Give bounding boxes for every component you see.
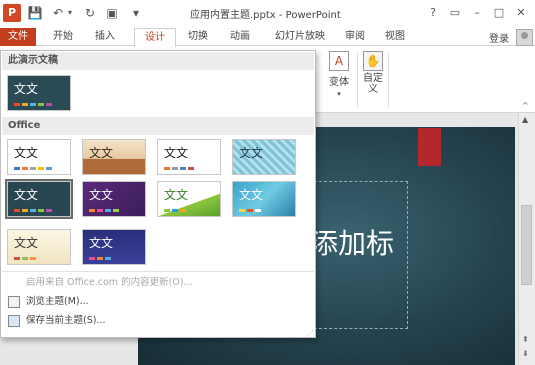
next-slide-icon[interactable]: ⇟ [522,349,529,358]
theme-ion-pattern[interactable]: 文文 [232,139,296,175]
menu-divider [2,271,314,272]
previous-slide-icon[interactable]: ⇞ [522,335,529,344]
tab-file[interactable]: 文件 [0,28,36,46]
tab-animations[interactable]: 动画 [222,28,258,46]
theme-organic[interactable]: 文文 [7,229,71,265]
save-icon[interactable]: 💾 [27,5,43,21]
scrollbar-thumb[interactable] [521,205,532,285]
collapse-ribbon-icon[interactable]: ^ [522,101,529,110]
tab-home[interactable]: 开始 [44,28,82,46]
customize-quick-access-icon[interactable]: ▾ [128,5,144,21]
slide-title-text[interactable]: 添加标 [310,222,394,262]
section-this-presentation: 此演示文稿 [2,52,314,70]
tab-design[interactable]: 设计 [134,28,176,49]
enable-office-content-updates: 启用来自 Office.com 的内容更新(O)... [26,277,193,288]
slideshow-icon[interactable]: ▣ [104,5,120,21]
variant-icon: A [329,51,349,71]
slide-size-icon: ✋ [363,51,383,71]
theme-office[interactable]: 文文 [7,139,71,175]
tab-transitions[interactable]: 切换 [180,28,216,46]
theme-retrospect[interactable]: 文文 [157,139,221,175]
save-theme-icon [8,315,20,327]
help-button[interactable]: ? [424,5,442,21]
browse-folder-icon [8,296,20,308]
variant-button[interactable]: A 变体 ▾ [324,51,354,99]
undo-icon[interactable]: ↶ [50,5,66,21]
powerpoint-logo-icon: P [3,4,21,22]
save-current-theme-item[interactable]: 保存当前主题(S)... [2,313,314,329]
theme-facet[interactable]: 文文 [157,181,221,217]
variant-label: 变体 [329,77,349,88]
slide-decoration [418,128,441,166]
chevron-down-icon: ▾ [337,90,341,98]
theme-ion-boardroom[interactable]: 文文 [82,181,146,217]
tab-review[interactable]: 审阅 [338,28,372,46]
ribbon-tab-bar: 文件 开始 插入 设计 切换 动画 幻灯片放映 审阅 视图 登录 [0,28,535,49]
restore-button[interactable]: □ [490,5,508,21]
ribbon-divider [357,53,358,107]
tab-insert[interactable]: 插入 [86,28,124,46]
section-office: Office [2,117,314,135]
theme-wood-type[interactable]: 文文 [82,139,146,175]
theme-gallery-dropdown: 此演示文稿 文文 Office 文文 文文 文文 文文 文文 文文 文文 文文 … [0,50,316,338]
browse-themes-item[interactable]: 浏览主题(M)... [2,294,314,310]
scroll-up-icon[interactable]: ▲ [522,115,528,124]
customize-button[interactable]: ✋ 自定义 [360,51,386,95]
redo-icon[interactable]: ↻ [82,5,98,21]
document-title: 应用内置主题.pptx - PowerPoint [190,10,341,21]
tab-slideshow[interactable]: 幻灯片放映 [264,28,336,46]
theme-integral[interactable]: 文文 [232,181,296,217]
ribbon-display-options-icon[interactable]: ▭ [446,5,464,21]
theme-current[interactable]: 文文 [7,75,71,111]
avatar[interactable] [516,29,533,46]
theme-dark-teal[interactable]: 文文 [5,179,73,219]
resize-grip-icon[interactable]: ⋰ [307,329,314,337]
login-link[interactable]: 登录 [489,30,509,45]
tab-view[interactable]: 视图 [378,28,412,46]
undo-dropdown-icon[interactable]: ▾ [66,5,74,21]
theme-slice[interactable]: 文文 [82,229,146,265]
title-bar: P 💾 ↶ ▾ ↻ ▣ ▾ 应用内置主题.pptx - PowerPoint ?… [0,0,535,28]
ribbon-divider [388,53,389,107]
customize-label: 自定义 [363,73,383,95]
close-button[interactable]: ✕ [512,5,530,21]
minimize-button[interactable]: – [468,5,486,21]
